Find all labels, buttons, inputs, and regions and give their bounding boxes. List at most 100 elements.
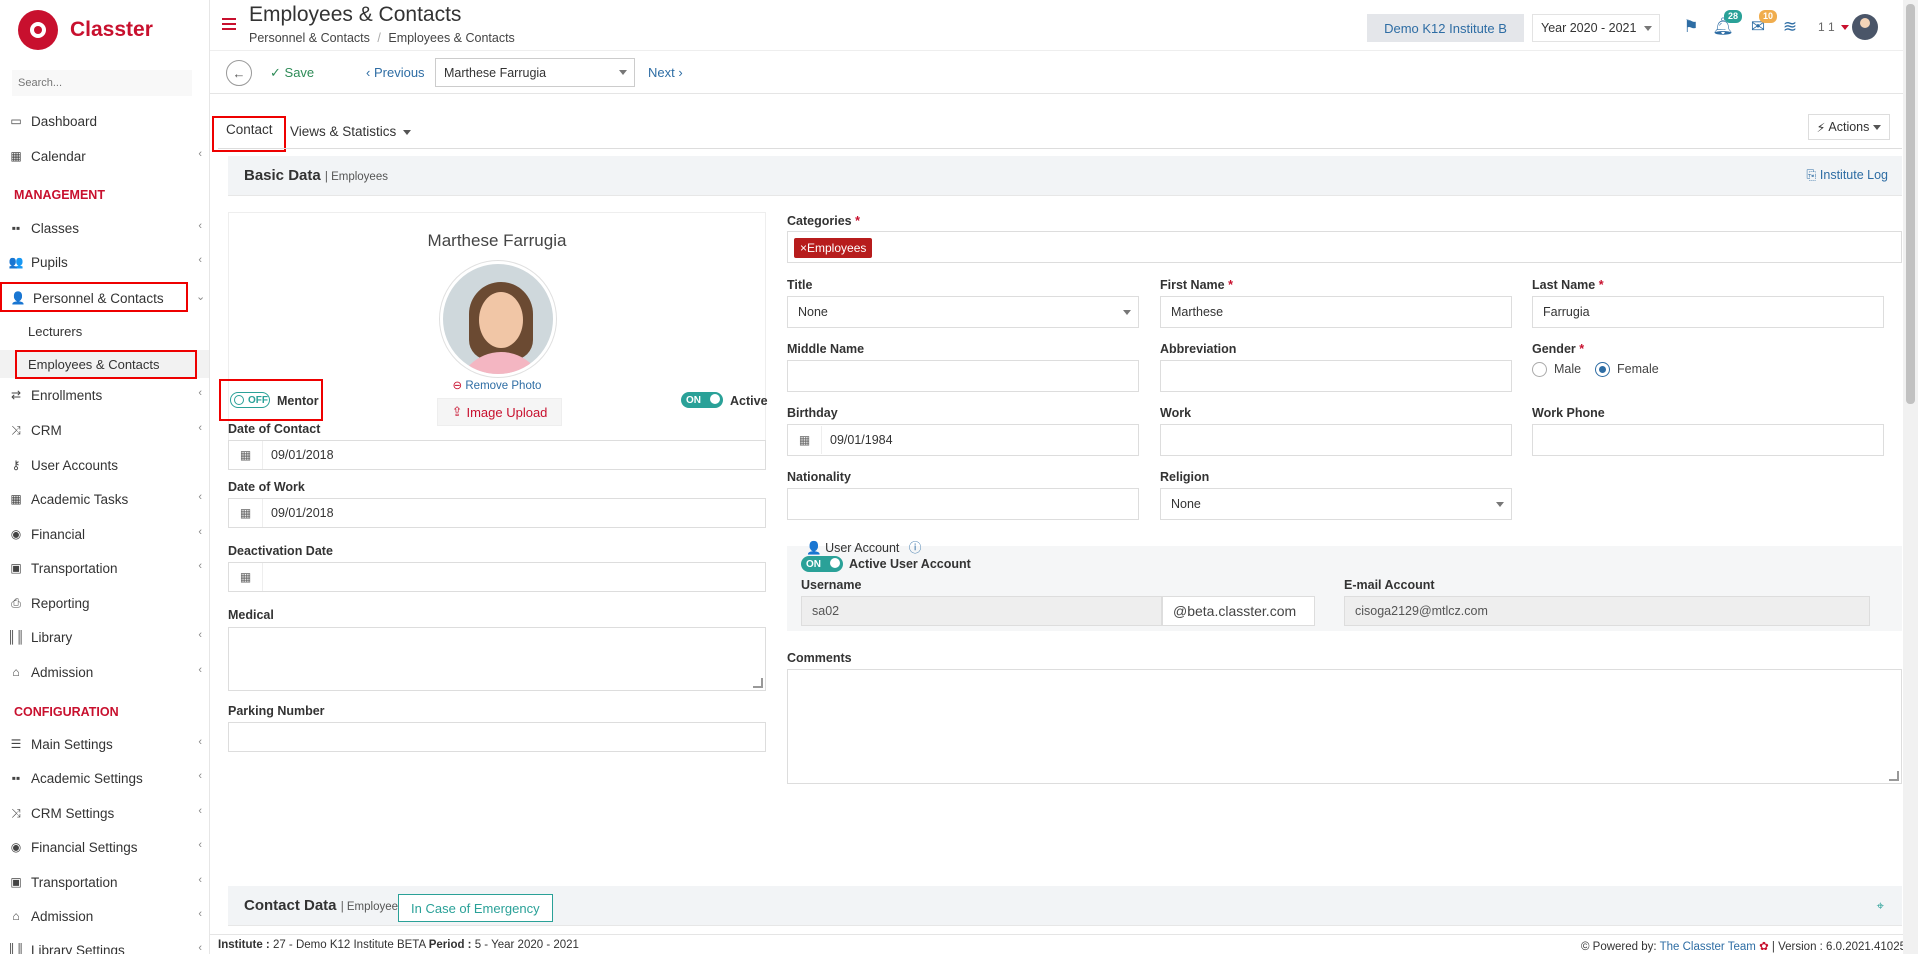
flag-icon[interactable]: ⚑	[1680, 16, 1702, 38]
sidebar-subitem-employees[interactable]: Employees & Contacts	[28, 357, 160, 372]
random-icon: ⤨	[11, 805, 21, 820]
back-button[interactable]: ←	[226, 60, 252, 86]
classes-icon: ▪▪	[11, 771, 21, 785]
photo-body	[457, 352, 545, 374]
middle-name-field[interactable]	[787, 360, 1139, 392]
title-select[interactable]: None	[787, 296, 1139, 328]
bell-icon[interactable]: 🔔︎ 28	[1712, 10, 1742, 38]
calendar-icon: ▦	[229, 563, 263, 591]
sidebar-item-academic-settings[interactable]: ▪▪ Academic Settings ‹	[0, 764, 209, 792]
classter-small-logo-icon: ✿	[1759, 941, 1769, 953]
page-scrollbar[interactable]	[1903, 0, 1918, 954]
person-select[interactable]: Marthese Farrugia	[435, 58, 635, 87]
record-toolbar: ← ✓ Save ‹ Previous Marthese Farrugia Ne…	[210, 50, 1918, 94]
sidebar-item-personnel[interactable]: 👤 Personnel & Contacts	[0, 282, 188, 312]
breadcrumb-item[interactable]: Personnel & Contacts	[249, 31, 370, 45]
basic-data-title-text: Basic Data	[244, 167, 321, 184]
sidebar-item-label: CRM Settings	[31, 805, 115, 821]
sidebar-item-library-settings[interactable]: ║║ Library Settings ‹	[0, 936, 209, 954]
user-id[interactable]: 1 1	[1818, 20, 1850, 34]
birthday-field[interactable]: ▦ 09/01/1984	[787, 424, 1139, 456]
hamburger-menu-icon[interactable]	[222, 18, 236, 30]
sidebar-subitem-lecturers[interactable]: Lecturers	[28, 324, 82, 339]
sidebar-item-pupils[interactable]: 👥 Pupils ‹	[0, 248, 209, 276]
map-marker-icon[interactable]: ⌖	[1877, 898, 1884, 914]
work-phone-field[interactable]	[1532, 424, 1884, 456]
users-icon: 👥	[8, 255, 24, 269]
sidebar-item-crm[interactable]: ⤨ CRM ‹	[0, 416, 209, 444]
search-input[interactable]	[12, 70, 192, 96]
nationality-field[interactable]	[787, 488, 1139, 520]
sidebar-item-academic-tasks[interactable]: ▦ Academic Tasks ‹	[0, 485, 209, 513]
sidebar-item-classes[interactable]: ▪▪ Classes ‹	[0, 214, 209, 242]
user-account-label: User Account	[825, 541, 900, 555]
first-name-field[interactable]: Marthese	[1160, 296, 1512, 328]
bus-icon: ▣	[10, 875, 22, 889]
scrollbar-thumb[interactable]	[1906, 4, 1915, 404]
field-value: 09/01/2018	[271, 506, 334, 520]
deactivation-date-field[interactable]: ▦	[228, 562, 766, 592]
institute-log-link[interactable]: ⎘ Institute Log	[1806, 168, 1888, 183]
medical-textarea[interactable]	[228, 627, 766, 691]
sidebar-item-financial-settings[interactable]: ◉ Financial Settings ‹	[0, 833, 209, 861]
gender-female-radio[interactable]	[1595, 362, 1610, 377]
last-name-field[interactable]: Farrugia	[1532, 296, 1884, 328]
sidebar-item-reporting[interactable]: ⎙ Reporting	[0, 589, 209, 617]
abbreviation-field[interactable]	[1160, 360, 1512, 392]
chevron-left-icon: ‹	[198, 560, 202, 572]
gender-male-radio[interactable]	[1532, 362, 1547, 377]
save-button[interactable]: ✓ Save	[270, 65, 314, 81]
date-of-contact-field[interactable]: ▦ 09/01/2018	[228, 440, 766, 470]
tab-views-statistics[interactable]: Views & Statistics	[290, 124, 412, 139]
info-icon[interactable]: ⓘ	[909, 541, 922, 555]
in-case-of-emergency-button[interactable]: In Case of Emergency	[398, 894, 553, 922]
title-label: Title	[787, 278, 813, 292]
classes-icon: ▪▪	[11, 221, 21, 235]
category-tag-employees[interactable]: ×Employees	[794, 238, 873, 258]
sidebar-item-enrollments[interactable]: ⇄ Enrollments ‹	[0, 381, 209, 409]
parking-number-field[interactable]	[228, 722, 766, 752]
comments-textarea[interactable]	[787, 669, 1902, 784]
logo[interactable]: Classter	[18, 8, 153, 52]
sidebar-item-admission-settings[interactable]: ⌂ Admission ‹	[0, 902, 209, 930]
layers-icon[interactable]: ≋	[1779, 16, 1801, 38]
sidebar-item-dashboard[interactable]: ▭ Dashboard	[0, 107, 209, 135]
sidebar-item-financial[interactable]: ◉ Financial ‹	[0, 520, 209, 548]
envelope-icon[interactable]: ✉ 10	[1747, 10, 1777, 38]
categories-field[interactable]: ×Employees	[787, 231, 1902, 263]
institute-button[interactable]: Demo K12 Institute B	[1367, 14, 1524, 42]
username-field[interactable]: sa02	[801, 596, 1162, 626]
chevron-left-icon: ‹	[366, 65, 371, 80]
work-label: Work	[1160, 406, 1192, 420]
avatar[interactable]	[1852, 14, 1878, 40]
copyright-icon: ©	[1580, 941, 1590, 953]
chevron-left-icon: ‹	[198, 220, 202, 232]
religion-select[interactable]: None	[1160, 488, 1512, 520]
next-button[interactable]: Next ›	[648, 65, 683, 80]
sidebar-item-transportation-settings[interactable]: ▣ Transportation ‹	[0, 868, 209, 896]
email-field[interactable]: cisoga2129@mtlcz.com	[1344, 596, 1870, 626]
sidebar-item-transportation[interactable]: ▣ Transportation ‹	[0, 554, 209, 582]
active-toggle[interactable]: ON	[681, 392, 723, 408]
message-badge: 10	[1758, 10, 1777, 23]
sidebar-item-calendar[interactable]: ▦ Calendar ‹	[0, 142, 209, 170]
sidebar-item-crm-settings[interactable]: ⤨ CRM Settings ‹	[0, 799, 209, 827]
date-of-work-field[interactable]: ▦ 09/01/2018	[228, 498, 766, 528]
footer-team-link[interactable]: The Classter Team	[1660, 941, 1756, 953]
chevron-left-icon: ‹	[198, 526, 202, 538]
tab-contact[interactable]: Contact	[226, 122, 273, 137]
active-user-account-toggle[interactable]: ON	[801, 556, 843, 572]
sidebar-item-main-settings[interactable]: ☰ Main Settings ‹	[0, 730, 209, 758]
sidebar-item-label: Financial Settings	[31, 839, 138, 855]
year-select[interactable]: Year 2020 - 2021	[1532, 14, 1660, 42]
user-account-heading: 👤 User Account ⓘ	[806, 537, 921, 556]
actions-button[interactable]: ⚡︎ Actions	[1808, 114, 1890, 140]
previous-button[interactable]: ‹ Previous	[366, 65, 425, 80]
image-upload-button[interactable]: ⇪ Image Upload	[437, 398, 562, 426]
books-icon: ║║	[7, 943, 25, 954]
work-field[interactable]	[1160, 424, 1512, 456]
sidebar-item-library[interactable]: ║║ Library ‹	[0, 623, 209, 651]
sidebar-item-user-accounts[interactable]: ⚷ User Accounts	[0, 451, 209, 479]
sidebar-item-admission[interactable]: ⌂ Admission ‹	[0, 658, 209, 686]
mentor-toggle[interactable]: OFF	[230, 392, 270, 408]
